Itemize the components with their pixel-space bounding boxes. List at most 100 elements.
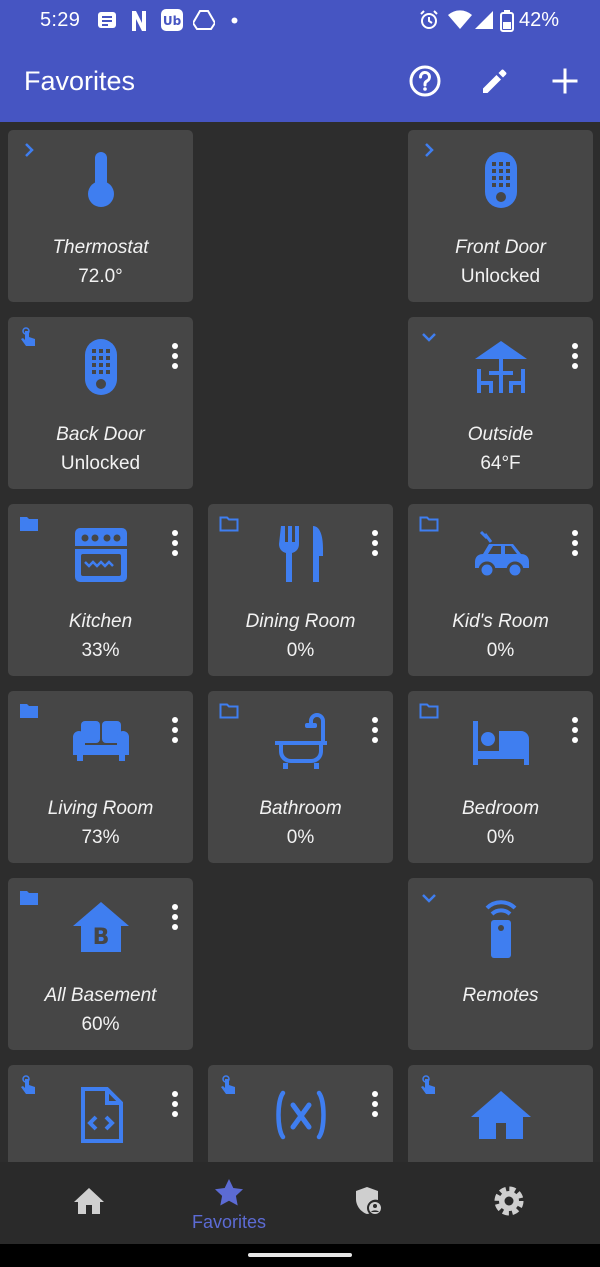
patio-table-icon — [469, 335, 533, 399]
touch-icon — [21, 1075, 35, 1094]
tile-remotes[interactable]: Remotes — [408, 878, 593, 1050]
code-file-icon — [69, 1083, 133, 1147]
tile-home[interactable] — [408, 1065, 593, 1162]
help-icon — [409, 65, 441, 97]
more-options-button[interactable] — [367, 528, 383, 558]
folder-filled-icon — [20, 891, 38, 905]
variable-icon — [269, 1083, 333, 1147]
folder-outline-icon — [419, 703, 439, 719]
tile-status: 0% — [286, 640, 315, 661]
more-vert-icon — [372, 717, 378, 743]
battery-icon — [500, 10, 514, 32]
folder-outline-icon — [219, 516, 239, 532]
tile-status: 33% — [81, 640, 120, 661]
more-options-button[interactable] — [367, 1089, 383, 1119]
more-options-button[interactable] — [167, 1089, 183, 1119]
home-icon — [74, 1188, 104, 1214]
tile-name: Thermostat — [52, 237, 149, 258]
tile-all-basement[interactable]: B All Basement 60% — [8, 878, 193, 1050]
tile-kitchen[interactable]: Kitchen 33% — [8, 504, 193, 676]
tile-status: 0% — [486, 640, 515, 661]
nav-favorites-label: Favorites — [191, 1212, 267, 1232]
tile-bathroom[interactable]: Bathroom 0% — [208, 691, 393, 863]
tile-back-door[interactable]: Back Door Unlocked — [8, 317, 193, 489]
more-vert-icon — [572, 343, 578, 369]
tile-status: 72.0° — [78, 266, 123, 287]
more-vert-icon — [572, 530, 578, 556]
edit-icon — [483, 69, 507, 93]
tile-living-room[interactable]: Living Room 73% — [8, 691, 193, 863]
tile-dining-room[interactable]: Dining Room 0% — [208, 504, 393, 676]
edit-button[interactable] — [475, 61, 515, 101]
more-options-button[interactable] — [167, 902, 183, 932]
page-title: Favorites — [24, 66, 136, 96]
tile-variable[interactable] — [208, 1065, 393, 1162]
toy-car-icon — [469, 522, 533, 586]
tile-name: Bedroom — [461, 798, 540, 819]
sofa-icon — [69, 709, 133, 773]
fork-knife-icon — [269, 522, 333, 586]
touch-icon — [421, 1075, 435, 1094]
more-options-button[interactable] — [367, 715, 383, 745]
touch-icon — [221, 1075, 235, 1094]
home-gesture-handle[interactable] — [248, 1253, 352, 1257]
more-vert-icon — [172, 717, 178, 743]
tile-status: 60% — [81, 1014, 120, 1035]
keypad-lock-icon — [69, 335, 133, 399]
chevron-right-icon — [425, 143, 434, 157]
svg-text:Ub: Ub — [163, 14, 182, 28]
tile-status: Unlocked — [60, 453, 141, 474]
help-button[interactable] — [405, 61, 445, 101]
more-vert-icon — [172, 904, 178, 930]
tile-name: All Basement — [44, 985, 157, 1006]
nav-settings[interactable] — [434, 1162, 584, 1244]
tile-front-door[interactable]: Front Door Unlocked — [408, 130, 593, 302]
tile-name: Dining Room — [245, 611, 356, 632]
remote-icon — [469, 896, 533, 960]
tile-kids-room[interactable]: Kid's Room 0% — [408, 504, 593, 676]
more-options-button[interactable] — [167, 528, 183, 558]
tile-name: Front Door — [455, 237, 546, 258]
folder-filled-icon — [20, 704, 38, 718]
chevron-down-icon — [422, 333, 436, 342]
more-options-button[interactable] — [567, 528, 583, 558]
tile-name: Back Door — [56, 424, 145, 445]
tile-status: 0% — [286, 827, 315, 848]
more-vert-icon — [172, 343, 178, 369]
nav-home[interactable] — [14, 1162, 164, 1244]
app-icon: Ub — [161, 9, 183, 31]
tile-name: Living Room — [47, 798, 154, 819]
chevron-down-icon — [422, 894, 436, 903]
gear-icon — [494, 1186, 524, 1216]
home-icon — [469, 1083, 533, 1147]
status-bar: 5:29 Ub 42% — [0, 0, 600, 41]
more-vert-icon — [572, 717, 578, 743]
nav-security[interactable] — [294, 1162, 444, 1244]
more-vert-icon — [372, 1091, 378, 1117]
nav-favorites[interactable]: Favorites — [154, 1162, 304, 1244]
tile-thermostat[interactable]: Thermostat 72.0° — [8, 130, 193, 302]
more-options-button[interactable] — [567, 341, 583, 371]
more-options-button[interactable] — [167, 715, 183, 745]
dot-icon — [231, 17, 238, 24]
alarm-icon — [420, 10, 438, 29]
chevron-right-icon — [25, 143, 34, 157]
more-options-button[interactable] — [567, 715, 583, 745]
bottom-navigation: Favorites — [0, 1162, 600, 1244]
folder-filled-icon — [20, 517, 38, 531]
tile-bedroom[interactable]: Bedroom 0% — [408, 691, 593, 863]
add-icon — [552, 68, 578, 94]
folder-outline-icon — [419, 516, 439, 532]
message-icon — [98, 12, 116, 28]
wifi-icon — [448, 10, 472, 29]
tile-outside[interactable]: Outside 64°F — [408, 317, 593, 489]
more-options-button[interactable] — [167, 341, 183, 371]
star-icon — [215, 1179, 243, 1206]
keypad-lock-icon — [469, 148, 533, 212]
security-shield-icon — [356, 1187, 383, 1216]
tile-code-file[interactable] — [8, 1065, 193, 1162]
thermometer-icon — [69, 148, 133, 212]
drive-icon — [193, 10, 215, 30]
app-bar: Favorites — [0, 41, 600, 122]
add-button[interactable] — [545, 61, 585, 101]
